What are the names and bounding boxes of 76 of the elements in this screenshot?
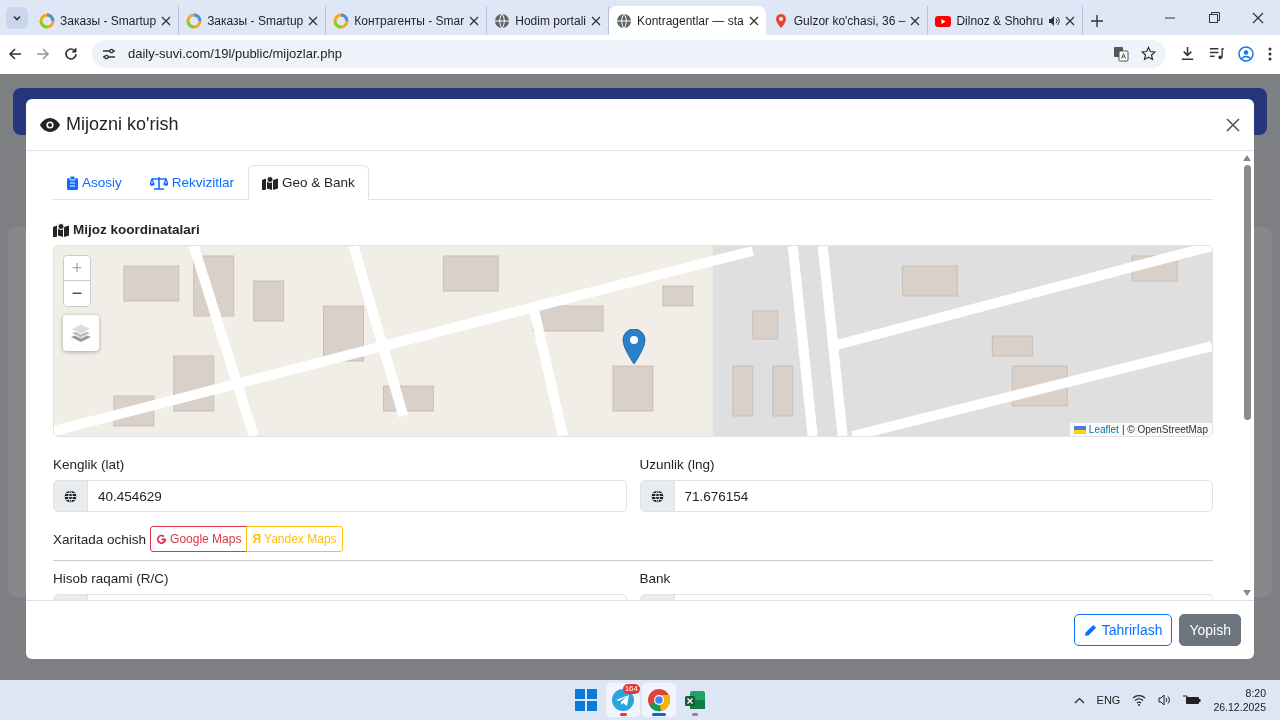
input-field[interactable]: 71.676154 <box>639 480 1213 512</box>
leaflet-link[interactable]: Leaflet <box>1088 424 1119 435</box>
close-icon[interactable] <box>748 15 759 26</box>
battery-icon[interactable] <box>1183 694 1202 706</box>
edit-button[interactable]: Tahrirlash <box>1073 614 1173 646</box>
clock-time[interactable]: 8:20 <box>1245 687 1266 699</box>
browser-logo-icon <box>647 688 671 712</box>
layers-icon <box>70 323 92 343</box>
url-text: daily-suvi.com/19l/public/mijozlar.php <box>128 46 343 61</box>
pencil-icon <box>1083 623 1097 637</box>
wifi-icon[interactable] <box>1132 694 1147 706</box>
flag-icon <box>1073 425 1086 434</box>
field-label: Bank <box>639 571 671 586</box>
dialog-title: Mijozni ko'rish <box>66 114 180 135</box>
tab[interactable]: Rekvizitlar <box>135 165 249 200</box>
profile-icon[interactable] <box>1238 45 1254 62</box>
eye-icon <box>40 117 60 132</box>
clipboard-icon <box>67 175 78 190</box>
tab-search-button[interactable] <box>6 7 28 29</box>
chevron-up-icon[interactable] <box>1073 696 1085 704</box>
section-title: Mijoz koordinatalari <box>73 222 200 237</box>
close-icon[interactable] <box>308 15 319 26</box>
language-indicator[interactable]: ENG <box>1096 694 1121 706</box>
close-icon[interactable] <box>1065 15 1076 26</box>
volume-icon[interactable] <box>1158 694 1172 706</box>
close-icon[interactable] <box>469 15 480 26</box>
telegram-taskbar-button[interactable]: 164 <box>606 683 640 717</box>
more-menu-icon[interactable] <box>1268 46 1272 61</box>
ring-logo-icon <box>186 12 203 29</box>
scroll-down-icon[interactable] <box>1243 590 1251 596</box>
link-button[interactable]: Google Maps <box>150 526 248 552</box>
globe-icon <box>64 489 77 503</box>
spreadsheet-logo-icon <box>684 689 706 711</box>
notification-badge: 164 <box>622 684 640 694</box>
site-settings-icon[interactable] <box>102 46 116 61</box>
windows-start-icon[interactable] <box>575 689 597 711</box>
scrollbar-thumb[interactable] <box>1243 165 1251 420</box>
browser-tab[interactable]: Kontragentlar — sta <box>608 6 766 35</box>
map-icon <box>53 222 69 237</box>
globe-icon <box>494 12 511 29</box>
close-icon[interactable] <box>910 15 921 26</box>
globe-icon <box>615 12 632 29</box>
field-label: Uzunlik (lng) <box>639 457 715 472</box>
address-bar[interactable]: daily-suvi.com/19l/public/mijozlar.php <box>92 39 1166 68</box>
forward-arrow-icon[interactable] <box>36 46 50 61</box>
field-label: Kenglik (lat) <box>53 457 125 472</box>
attribution-text: | © OpenStreetMap <box>1121 424 1208 435</box>
close-icon[interactable] <box>590 15 601 26</box>
tab[interactable]: Asosiy <box>53 165 136 200</box>
star-icon[interactable] <box>1141 46 1156 61</box>
close-icon[interactable] <box>1226 117 1240 132</box>
translate-icon[interactable] <box>1113 45 1129 62</box>
field-label: Xaritada ochish <box>53 531 147 547</box>
download-icon[interactable] <box>1180 46 1195 61</box>
chevron-down-icon <box>12 13 22 23</box>
scroll-up-icon[interactable] <box>1243 155 1251 161</box>
ring-logo-icon <box>333 12 350 29</box>
chrome-taskbar-button[interactable] <box>642 683 676 717</box>
map-marker-icon[interactable] <box>622 329 646 365</box>
map-icon <box>262 175 279 190</box>
map[interactable]: + − Leaflet | © OpenStreetMap <box>53 245 1213 437</box>
media-controls-icon[interactable] <box>1209 46 1224 61</box>
clock-date[interactable]: 26.12.2025 <box>1213 701 1266 713</box>
back-arrow-icon[interactable] <box>8 46 22 61</box>
ring-logo-icon <box>39 12 55 29</box>
close-icon[interactable] <box>161 15 172 26</box>
globe-icon <box>650 489 664 503</box>
tab[interactable]: Geo & Bank <box>248 165 369 200</box>
input-field[interactable]: 40.454629 <box>53 480 627 512</box>
field-label: Hisob raqami (R/C) <box>53 571 169 586</box>
reload-icon[interactable] <box>64 46 78 61</box>
balance-scale-icon <box>149 175 168 190</box>
layers-button[interactable] <box>63 315 99 351</box>
new-tab-icon[interactable] <box>1091 15 1104 27</box>
google-logo-icon <box>156 533 168 545</box>
close-button[interactable]: Yopish <box>1179 614 1241 646</box>
